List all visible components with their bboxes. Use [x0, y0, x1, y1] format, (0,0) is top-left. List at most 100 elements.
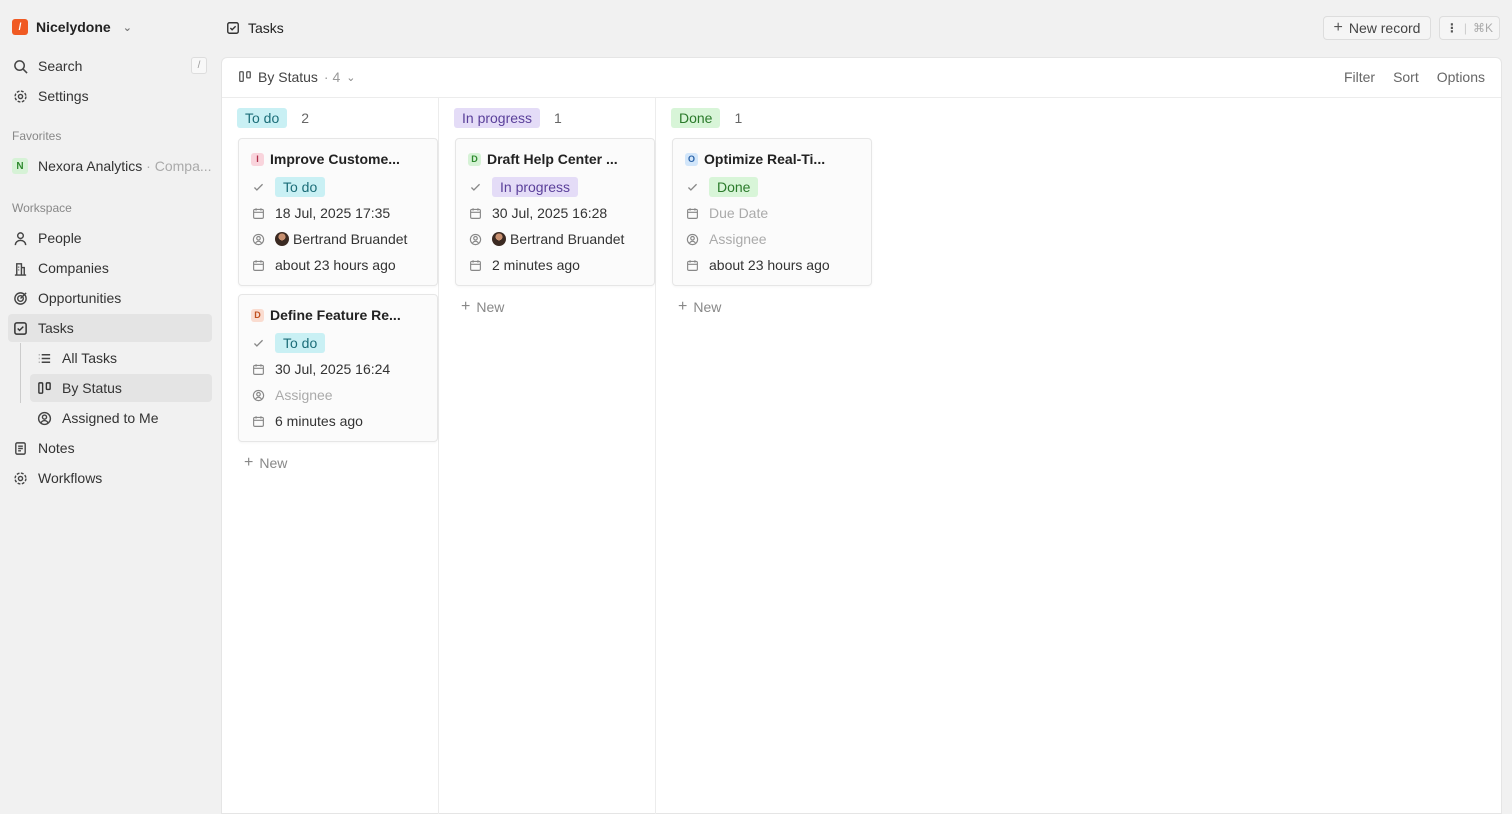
company-badge: N	[12, 158, 28, 174]
favorites-label: Favorites	[12, 129, 62, 143]
sidebar-item-settings[interactable]: Settings	[8, 82, 212, 110]
more-options-button[interactable]: ⋮ | ⌘K	[1439, 16, 1500, 40]
check-icon	[251, 180, 265, 194]
more-icon: ⋮	[1445, 21, 1458, 35]
tree-line	[20, 343, 21, 403]
target-icon	[12, 290, 28, 306]
calendar-icon	[468, 206, 482, 220]
user-circle-icon	[251, 232, 265, 246]
sidebar-item-notes[interactable]: Notes	[8, 434, 212, 462]
checkbox-icon	[227, 22, 239, 34]
workspace-logo: /	[12, 19, 28, 35]
check-icon	[251, 336, 265, 350]
status-tag: To do	[275, 177, 326, 197]
sidebar-item-search[interactable]: Search /	[8, 52, 212, 80]
assignee-field[interactable]: Bertrand Bruandet	[251, 229, 407, 249]
sidebar-item-all-tasks[interactable]: All Tasks	[30, 344, 212, 372]
sidebar-item-workflows[interactable]: Workflows	[8, 464, 212, 492]
due-date-field[interactable]: 18 Jul, 2025 17:35	[251, 203, 390, 223]
created-value: 2 minutes ago	[492, 257, 580, 273]
sidebar-item-people[interactable]: People	[8, 224, 212, 252]
status-tag: Done	[709, 177, 759, 197]
status-field[interactable]: Done	[685, 177, 759, 197]
assignee-name: Bertrand Bruandet	[510, 231, 625, 247]
assignee-field[interactable]: Bertrand Bruandet	[468, 229, 624, 249]
sidebar-item-label: Tasks	[38, 320, 74, 336]
created-field: 2 minutes ago	[468, 255, 580, 275]
sidebar-item-by-status[interactable]: By Status	[30, 374, 212, 402]
new-label: New	[693, 299, 722, 315]
column-count: 2	[301, 110, 310, 126]
assignee-field[interactable]: Assignee	[685, 229, 767, 249]
due-date-field[interactable]: 30 Jul, 2025 16:28	[468, 203, 607, 223]
column-header: Done 1	[671, 108, 742, 128]
status-field[interactable]: In progress	[468, 177, 579, 197]
check-icon	[685, 180, 699, 194]
view-bar: By Status · 4 ⌄ Filter Sort Options	[222, 58, 1501, 98]
workspace-switcher[interactable]: / Nicelydone ⌄	[12, 16, 132, 38]
due-date-field[interactable]: Due Date	[685, 203, 768, 223]
calendar-icon	[251, 362, 265, 376]
task-card[interactable]: I Improve Custome... To do 18 Jul, 2025 …	[238, 138, 438, 286]
card-title: I Improve Custome...	[251, 151, 400, 167]
sidebar-item-assigned-to-me[interactable]: Assigned to Me	[30, 404, 212, 432]
user-circle-icon	[251, 388, 265, 402]
task-card[interactable]: O Optimize Real-Ti... Done Due Date Assi…	[672, 138, 872, 286]
calendar-icon	[685, 206, 699, 220]
sidebar-item-label: Notes	[38, 440, 75, 456]
sidebar-item-label: People	[38, 230, 82, 246]
user-circle-icon	[685, 232, 699, 246]
sidebar-item-label: All Tasks	[62, 350, 117, 366]
status-tag: In progress	[492, 177, 579, 197]
person-icon	[12, 230, 28, 246]
calendar-icon	[251, 258, 265, 272]
card-title-text: Optimize Real-Ti...	[704, 151, 826, 167]
status-tag: To do	[275, 333, 326, 353]
card-title-text: Improve Custome...	[270, 151, 400, 167]
assignee-placeholder: Assignee	[709, 231, 767, 247]
status-field[interactable]: To do	[251, 333, 326, 353]
sidebar-item-opportunities[interactable]: Opportunities	[8, 284, 212, 312]
view-name: By Status	[258, 69, 318, 85]
user-circle-icon	[468, 232, 482, 246]
sidebar-item-favorite[interactable]: N Nexora Analytics · Compa...	[8, 152, 212, 180]
status-field[interactable]: To do	[251, 177, 326, 197]
column-header: In progress 1	[454, 108, 562, 128]
calendar-icon	[468, 258, 482, 272]
sidebar-item-label: Workflows	[38, 470, 103, 486]
building-icon	[12, 260, 28, 276]
assignee-name: Bertrand Bruandet	[293, 231, 408, 247]
options-button[interactable]: Options	[1437, 69, 1485, 85]
user-circle-icon	[36, 410, 52, 426]
record-badge: D	[468, 152, 481, 166]
column-header: To do 2	[237, 108, 309, 128]
new-record-button[interactable]: + New record	[1323, 16, 1431, 40]
plus-icon: +	[461, 298, 471, 315]
sidebar-item-tasks[interactable]: Tasks	[8, 314, 212, 342]
favorite-sub: · Compa...	[146, 158, 212, 174]
assignee-placeholder: Assignee	[275, 387, 333, 403]
list-icon	[36, 350, 52, 366]
new-card-button[interactable]: + New	[244, 454, 287, 472]
assignee-field[interactable]: Assignee	[251, 385, 333, 405]
chevron-down-icon: ⌄	[346, 71, 356, 84]
due-date-field[interactable]: 30 Jul, 2025 16:24	[251, 359, 390, 379]
chevron-down-icon: ⌄	[122, 21, 132, 34]
view-count: · 4	[323, 69, 341, 85]
column-in-progress: In progress 1 D Draft Help Center ... In…	[439, 98, 656, 814]
calendar-icon	[685, 258, 699, 272]
task-card[interactable]: D Draft Help Center ... In progress 30 J…	[455, 138, 655, 286]
sidebar-item-label: Opportunities	[38, 290, 122, 306]
new-card-button[interactable]: + New	[678, 298, 721, 316]
created-value: about 23 hours ago	[275, 257, 396, 273]
filter-button[interactable]: Filter	[1344, 69, 1375, 85]
task-card[interactable]: D Define Feature Re... To do 30 Jul, 202…	[238, 294, 438, 442]
sort-button[interactable]: Sort	[1393, 69, 1419, 85]
sidebar-item-companies[interactable]: Companies	[8, 254, 212, 282]
sidebar-item-label: By Status	[62, 380, 122, 396]
view-switcher[interactable]: By Status · 4 ⌄	[238, 69, 355, 85]
due-date-value: 18 Jul, 2025 17:35	[275, 205, 391, 221]
due-date-value: 30 Jul, 2025 16:24	[275, 361, 391, 377]
record-badge: O	[685, 152, 698, 166]
new-card-button[interactable]: + New	[461, 298, 504, 316]
